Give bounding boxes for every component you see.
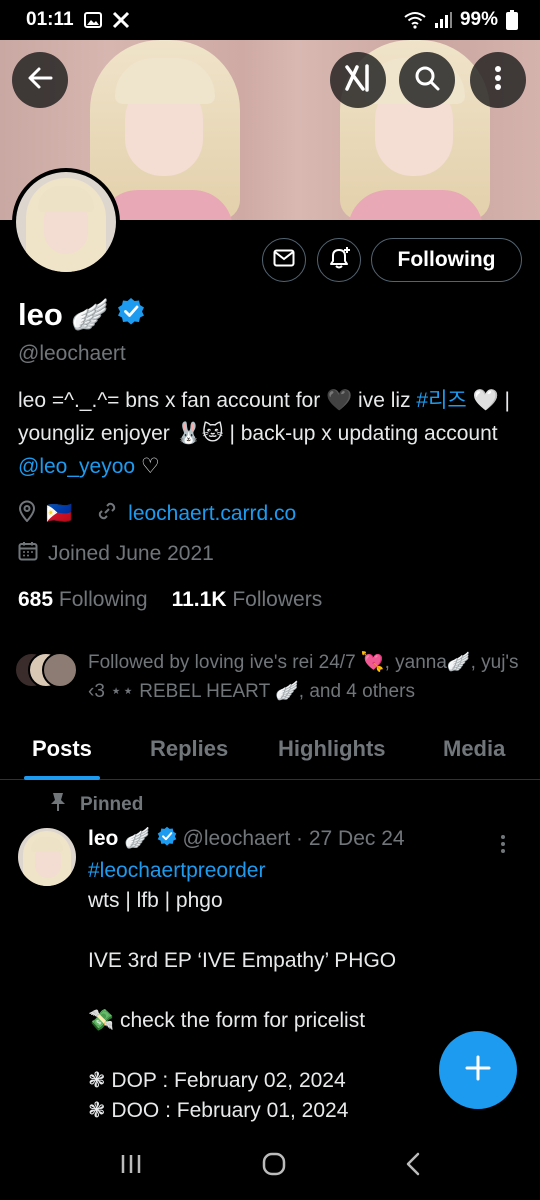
pin-icon	[50, 792, 66, 818]
message-button[interactable]	[262, 238, 306, 282]
tab-label: Replies	[150, 736, 229, 761]
profile-location-row: 🇵🇭 leochaert.carrd.co	[18, 500, 296, 528]
tab-label: Posts	[32, 736, 92, 761]
search-icon	[414, 65, 440, 96]
follow-stats: 685 Following 11.1K Followers	[18, 588, 322, 612]
profile-name: leo	[18, 296, 63, 332]
wifi-icon	[404, 11, 426, 29]
notification-bell-icon	[326, 245, 352, 276]
wing-emoji: 🪽	[70, 297, 110, 332]
android-nav-bar	[0, 1132, 540, 1200]
tab-replies[interactable]: Replies	[150, 718, 228, 780]
joined-date: Joined June 2021	[48, 542, 214, 565]
tweet-author-name[interactable]: leo	[88, 827, 118, 851]
tab-highlights[interactable]: Highlights	[278, 718, 386, 780]
back-arrow-icon	[27, 65, 53, 96]
tweet-line: 💸 check the form for pricelist	[88, 1009, 366, 1032]
profile-bio: leo =^._.^= bns x fan account for 🖤 ive …	[18, 384, 523, 483]
pinned-label: Pinned	[80, 794, 144, 815]
following-count: 685	[18, 588, 54, 611]
battery-icon	[506, 10, 518, 30]
link-icon	[96, 500, 118, 528]
verified-badge-icon	[117, 297, 145, 333]
verified-badge-icon	[157, 826, 177, 852]
compose-plus-icon	[464, 1054, 492, 1087]
following-stat[interactable]: 685 Following	[18, 588, 148, 612]
recent-apps-icon[interactable]	[119, 1153, 143, 1180]
tweet-handle-date: @leochaert · 27 Dec 24	[182, 827, 405, 850]
followers-count: 11.1K	[171, 588, 227, 611]
back-nav-icon[interactable]	[405, 1152, 421, 1181]
active-tab-indicator	[24, 776, 100, 780]
followers-stat[interactable]: 11.1K Followers	[172, 588, 323, 612]
gallery-icon	[83, 12, 102, 28]
location-icon	[18, 500, 36, 528]
tweet-author-avatar[interactable]	[18, 828, 76, 886]
following-label: Following	[58, 588, 148, 611]
location-flag: 🇵🇭	[46, 502, 73, 525]
profile-handle: @leochaert	[18, 342, 126, 365]
back-button[interactable]	[12, 52, 68, 108]
followers-you-know-avatars	[14, 652, 78, 690]
home-icon[interactable]	[261, 1151, 287, 1182]
following-button[interactable]: Following	[371, 238, 522, 282]
tweet-author-emoji: 🪽	[124, 827, 151, 850]
bio-text: leo =^._.^= bns x fan account for	[18, 389, 327, 412]
signal-icon	[434, 12, 452, 28]
more-button[interactable]	[470, 52, 526, 108]
grok-button[interactable]	[330, 52, 386, 108]
followed-by-row[interactable]: Followed by loving ive's rei 24/7 💘, yan…	[14, 648, 524, 706]
tweet-line: IVE 3rd EP ‘IVE Empathy’ PHGO	[88, 949, 397, 972]
grok-icon	[343, 63, 373, 98]
bio-text: ive liz	[352, 389, 417, 412]
more-vertical-icon	[494, 65, 502, 96]
tweet-hashtag-link[interactable]: #leochaertpreorder	[88, 856, 528, 886]
followers-label: Followers	[232, 588, 323, 611]
battery-percent: 99%	[459, 9, 498, 30]
followed-by-text: Followed by loving ive's rei 24/7 💘, yan…	[88, 652, 519, 702]
tab-posts[interactable]: Posts	[24, 718, 100, 780]
tweet-line: wts | lfb | phgo	[88, 889, 223, 912]
pinned-indicator: Pinned	[50, 792, 143, 818]
notification-button[interactable]	[317, 238, 361, 282]
profile-avatar[interactable]	[12, 168, 120, 276]
tab-label: Highlights	[278, 736, 386, 761]
bio-mention-link[interactable]: @leo_yeyoo	[18, 455, 135, 478]
tweet-header: leo 🪽 @leochaert · 27 Dec 24	[88, 826, 405, 852]
website-link[interactable]: leochaert.carrd.co	[128, 502, 296, 526]
tab-label: Media	[443, 736, 506, 761]
message-icon	[273, 249, 295, 272]
compose-button[interactable]	[439, 1031, 517, 1109]
x-logo-icon	[112, 11, 130, 29]
status-time: 01:11	[26, 9, 74, 30]
search-button[interactable]	[399, 52, 455, 108]
status-bar: 01:11 99%	[0, 0, 540, 40]
bio-text: ♡	[135, 455, 160, 478]
tab-media[interactable]: Media	[443, 718, 505, 780]
avatar	[42, 652, 78, 688]
profile-joined-row: Joined June 2021	[18, 541, 214, 567]
bio-hashtag-link[interactable]: #리즈	[416, 389, 466, 412]
calendar-icon	[18, 541, 38, 567]
bio-emoji: 🖤	[326, 389, 353, 412]
profile-name-row: leo 🪽	[18, 296, 145, 333]
profile-tabs: Posts Replies Highlights Media	[0, 718, 540, 780]
